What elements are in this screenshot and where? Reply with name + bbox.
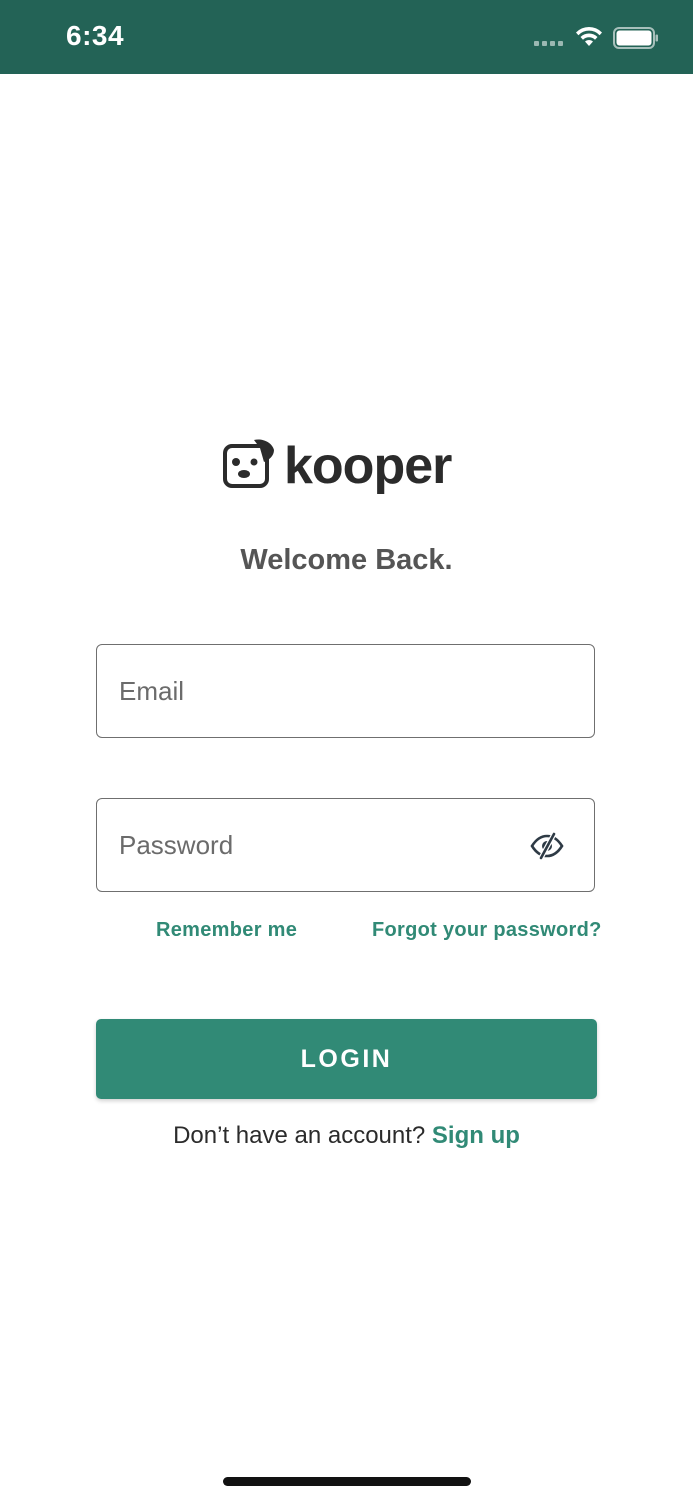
wifi-icon — [576, 26, 602, 46]
signup-row: Don’t have an account? Sign up — [0, 1122, 693, 1150]
welcome-heading: Welcome Back. — [240, 544, 453, 576]
email-input[interactable] — [119, 645, 519, 737]
login-screen: 6:34 kooper Welcome Back. Email Remember… — [0, 0, 693, 1500]
signup-link[interactable]: Sign up — [432, 1122, 520, 1149]
signup-prompt: Don’t have an account? — [173, 1122, 432, 1149]
forgot-password-link[interactable]: Forgot your password? — [372, 919, 602, 942]
email-field[interactable] — [96, 644, 595, 738]
battery-icon — [613, 27, 658, 49]
eye-slash-icon[interactable] — [530, 832, 564, 860]
dog-face-logo-icon — [223, 439, 274, 488]
status-time: 6:34 — [66, 20, 125, 51]
remember-me-link[interactable]: Remember me — [156, 919, 297, 942]
logo-wordmark: kooper — [284, 437, 452, 495]
kooper-logo: kooper — [222, 434, 472, 498]
status-bar: 6:34 — [0, 0, 693, 74]
password-field[interactable] — [96, 798, 595, 892]
home-indicator[interactable] — [223, 1477, 471, 1486]
password-input[interactable] — [119, 799, 519, 891]
signal-icon — [534, 41, 563, 46]
login-button[interactable]: LOGIN — [96, 1019, 597, 1099]
